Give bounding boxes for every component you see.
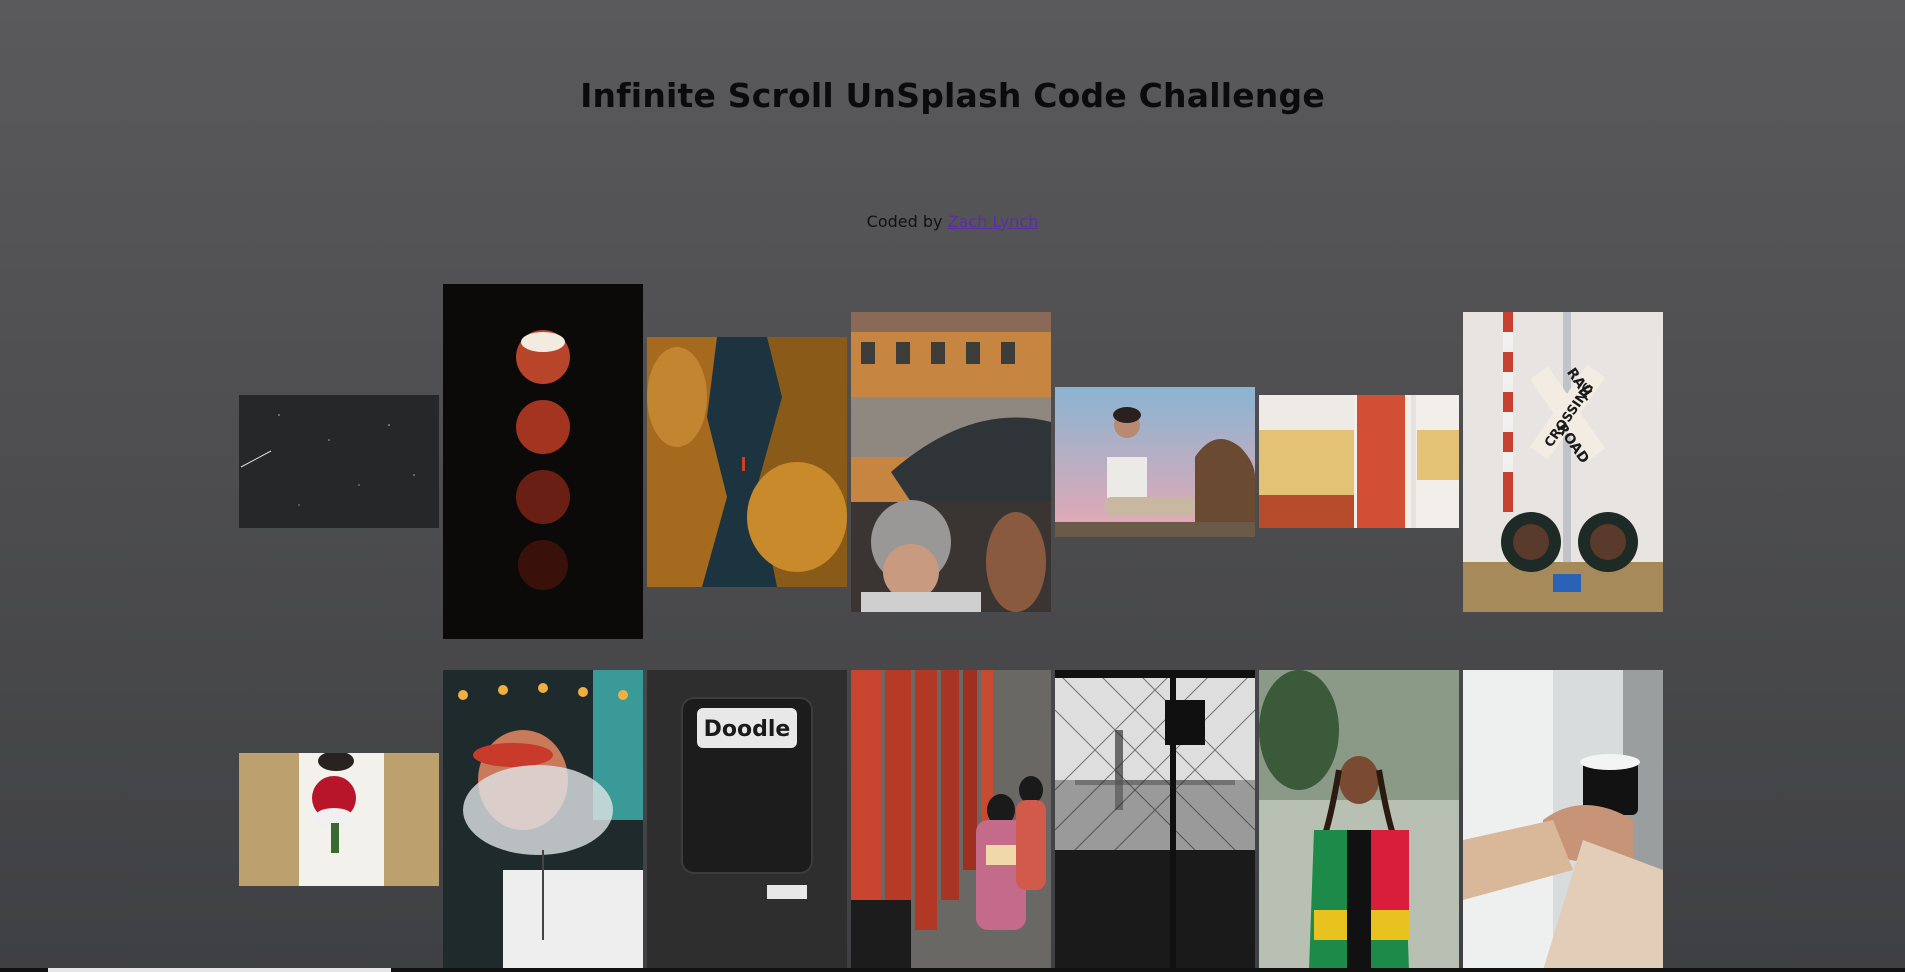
- photo-kimono-torii[interactable]: [851, 670, 1051, 970]
- photo-bride-roses[interactable]: [239, 753, 439, 886]
- credit-line: Coded by Zach Lynch: [0, 212, 1905, 231]
- photo-autumn-river[interactable]: [647, 337, 847, 587]
- scroll-progress-bar: [48, 968, 391, 972]
- photo-striped-wall[interactable]: [1259, 395, 1459, 528]
- page-title: Infinite Scroll UnSplash Code Challenge: [580, 76, 1325, 115]
- photo-lunar-eclipse[interactable]: [443, 284, 643, 639]
- photo-umbrella-crowd[interactable]: [851, 312, 1051, 612]
- photo-night-sky[interactable]: [239, 395, 439, 528]
- doodle-sign-text: Doodle: [704, 717, 791, 742]
- photo-doodle-chalkboard[interactable]: Doodle: [647, 670, 847, 970]
- photo-railroad-crossing[interactable]: RAIL ROAD CROSSING: [1463, 312, 1663, 612]
- author-link[interactable]: Zach Lynch: [948, 212, 1039, 231]
- photo-colorful-jacket[interactable]: [1259, 670, 1459, 970]
- photo-city-fence[interactable]: [1055, 670, 1255, 970]
- photo-coffee-hand[interactable]: [1463, 670, 1663, 970]
- photo-young-man-sunset[interactable]: [1055, 387, 1255, 537]
- photo-smoke-man[interactable]: [443, 670, 643, 970]
- credit-prefix: Coded by: [866, 212, 948, 231]
